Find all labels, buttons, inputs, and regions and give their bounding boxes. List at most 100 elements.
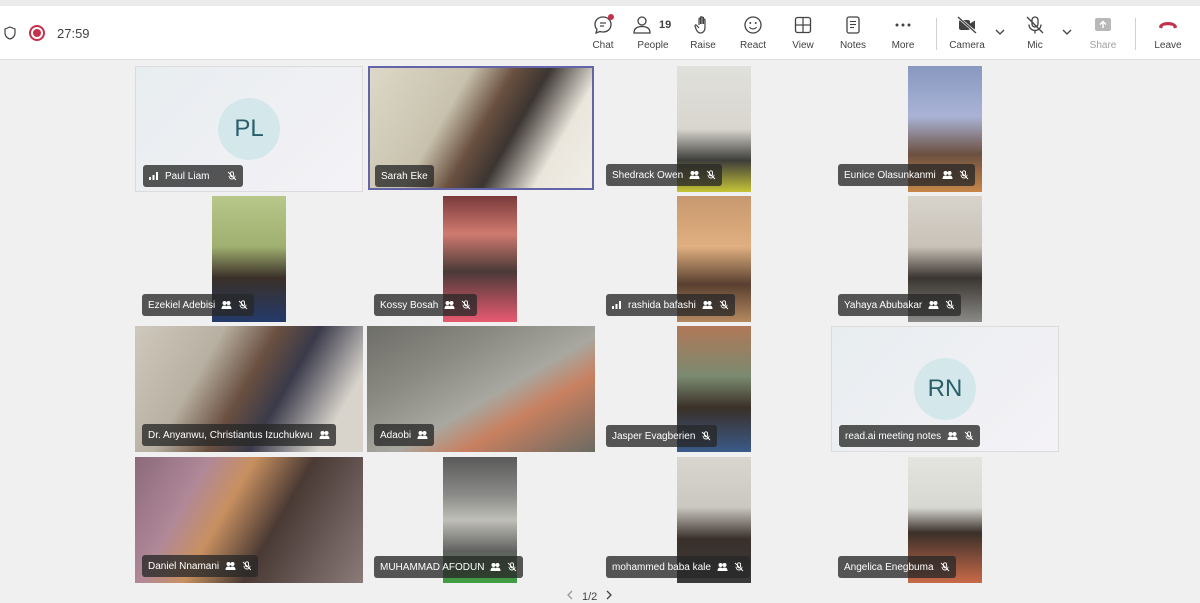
participant-name: Kossy Bosah: [380, 299, 439, 311]
participant-name: Adaobi: [380, 429, 412, 441]
participant-nametag: Daniel Nnamani: [142, 555, 259, 577]
signal-icon: [612, 301, 622, 309]
participant-nametag: Sarah Eke: [375, 165, 434, 187]
view-button[interactable]: View: [778, 14, 828, 51]
participant-nametag: Jasper Evagberien: [606, 425, 718, 447]
mic-off-icon: [719, 300, 729, 310]
mic-off-icon: [701, 431, 711, 441]
toolbar-divider: [936, 18, 937, 50]
toolbar-divider: [1135, 18, 1136, 50]
participant-name: Dr. Anyanwu, Christiantus Izuchukwu: [148, 429, 313, 441]
participant-nametag: read.ai meeting notes: [839, 425, 981, 447]
participant-status-icon: [225, 561, 236, 571]
unread-indicator: [608, 14, 614, 20]
people-count: 19: [659, 19, 672, 31]
mic-label: Mic: [1027, 40, 1043, 51]
more-button[interactable]: More: [878, 14, 928, 51]
chat-label: Chat: [592, 40, 614, 51]
participant-nametag: Angelica Enegbuma: [838, 556, 956, 578]
participant-tile[interactable]: Daniel Nnamani: [135, 457, 363, 583]
mic-off-icon: [959, 170, 969, 180]
participant-status-icon: [689, 170, 700, 180]
notes-icon: [846, 16, 860, 34]
participant-nametag: Adaobi: [374, 424, 435, 446]
grid-icon: [794, 16, 812, 34]
participant-nametag: Shedrack Owen: [606, 164, 723, 186]
smiley-icon: [744, 16, 762, 34]
participant-name: rashida bafashi: [628, 299, 696, 311]
notes-button[interactable]: Notes: [828, 14, 878, 51]
participant-nametag: Yahaya Abubakar: [838, 294, 962, 316]
signal-icon: [149, 172, 159, 180]
page-indicator: 1/2: [582, 590, 598, 603]
participant-nametag: Eunice Olasunkanmi: [838, 164, 975, 186]
mic-off-icon: [706, 170, 716, 180]
participant-tile[interactable]: RN read.ai meeting notes: [831, 326, 1059, 452]
participant-tile[interactable]: Sarah Eke: [368, 66, 594, 190]
mic-off-icon: [242, 561, 252, 571]
share-button[interactable]: Share: [1078, 14, 1128, 51]
meeting-timer: 27:59: [57, 25, 90, 41]
raise-hand-button[interactable]: Raise: [678, 14, 728, 51]
participant-name: Ezekiel Adebisi: [148, 299, 216, 311]
participant-name: mohammed baba kale: [612, 561, 711, 573]
participant-nametag: mohammed baba kale: [606, 556, 750, 578]
mic-off-icon: [1026, 16, 1044, 34]
participant-status-icon: [221, 300, 232, 310]
participant-status-icon: [942, 170, 953, 180]
people-icon: [633, 16, 651, 34]
more-icon: [895, 23, 911, 27]
leave-label: Leave: [1154, 40, 1182, 51]
react-label: React: [739, 40, 767, 51]
participant-tile[interactable]: Adaobi: [367, 326, 595, 452]
participant-status-icon: [717, 562, 728, 572]
react-button[interactable]: React: [728, 14, 778, 51]
chat-icon: [592, 14, 614, 36]
participant-nametag: rashida bafashi: [606, 294, 735, 316]
participant-tile[interactable]: Dr. Anyanwu, Christiantus Izuchukwu: [135, 326, 363, 452]
participant-status-icon: [417, 430, 428, 440]
participant-name: Daniel Nnamani: [148, 560, 220, 572]
people-button[interactable]: 19 People: [628, 14, 678, 51]
more-label: More: [891, 40, 915, 51]
participant-name: Shedrack Owen: [612, 169, 684, 181]
participant-nametag: Dr. Anyanwu, Christiantus Izuchukwu: [142, 424, 336, 446]
mic-button[interactable]: Mic: [1010, 14, 1060, 51]
mic-off-icon: [964, 431, 974, 441]
raise-hand-icon: [694, 16, 706, 34]
mic-off-icon: [461, 300, 471, 310]
camera-off-icon: [957, 16, 977, 34]
camera-options-chevron-icon[interactable]: [994, 28, 1006, 36]
recording-icon: [29, 25, 45, 41]
mic-off-icon: [940, 562, 950, 572]
participant-name: MUHAMMAD AFODUN: [380, 561, 485, 573]
title-strip: [0, 0, 1200, 6]
mic-off-icon: [734, 562, 744, 572]
participant-name: Eunice Olasunkanmi: [844, 169, 936, 181]
previous-page-icon[interactable]: [566, 590, 574, 603]
participant-status-icon: [947, 431, 958, 441]
participant-name: Jasper Evagberien: [612, 430, 696, 442]
raise-label: Raise: [690, 40, 716, 51]
mic-off-icon: [227, 171, 237, 181]
participant-name: Sarah Eke: [381, 170, 428, 182]
participant-nametag: Ezekiel Adebisi: [142, 294, 255, 316]
mic-options-chevron-icon[interactable]: [1061, 28, 1073, 36]
next-page-icon[interactable]: [605, 590, 613, 603]
mic-off-icon: [238, 300, 248, 310]
view-label: View: [792, 40, 814, 51]
participant-nametag: Paul Liam: [143, 165, 244, 187]
participant-name: Paul Liam: [165, 170, 210, 182]
camera-label: Camera: [949, 40, 985, 51]
participant-name: read.ai meeting notes: [845, 430, 942, 442]
participant-status-icon: [444, 300, 455, 310]
avatar: RN: [914, 358, 976, 420]
participant-tile[interactable]: PL Paul Liam: [135, 66, 363, 192]
chat-button[interactable]: Chat: [578, 14, 628, 51]
mic-off-icon: [945, 300, 955, 310]
hang-up-icon: [1159, 22, 1177, 29]
camera-button[interactable]: Camera: [942, 14, 992, 51]
meeting-toolbar: 27:59 Chat 19 People Raise React View No…: [0, 0, 1200, 60]
leave-button[interactable]: Leave: [1143, 14, 1193, 51]
participant-status-icon: [702, 300, 713, 310]
